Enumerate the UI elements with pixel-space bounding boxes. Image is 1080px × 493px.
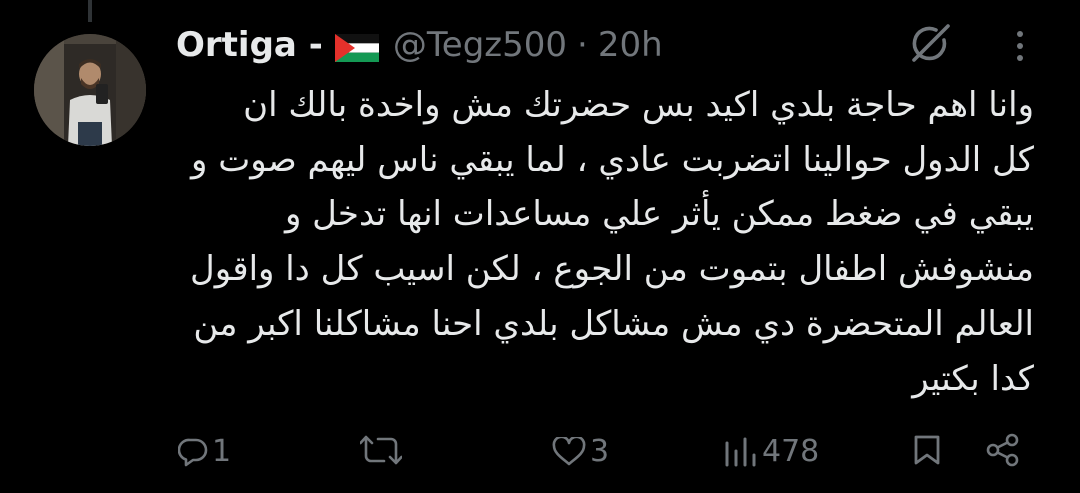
avatar-photo bbox=[34, 34, 146, 146]
tweet-text-line: يبقي في ضغط ممكن يأثر علي مساعدات انها ت… bbox=[284, 194, 1034, 235]
more-vertical-icon[interactable] bbox=[1010, 26, 1030, 66]
author-name[interactable]: Ortiga - bbox=[176, 25, 323, 65]
reply-icon bbox=[178, 438, 208, 466]
separator-dot: · bbox=[577, 25, 588, 65]
tweet-text-line: كدا بكتير bbox=[912, 358, 1034, 399]
grok-icon[interactable] bbox=[904, 18, 956, 70]
tweet-text-line: منشوفش اطفال بتموت من الجوع ، لكن اسيب ك… bbox=[190, 249, 1034, 290]
action-bar: 1 3 478 bbox=[0, 424, 1080, 484]
bookmark-icon bbox=[914, 435, 940, 465]
tweet-header: Ortiga - @Tegz500 · 20h bbox=[176, 22, 663, 68]
repost-button[interactable] bbox=[360, 434, 406, 466]
views-icon bbox=[725, 437, 756, 466]
thread-connector-line bbox=[88, 0, 92, 22]
repost-icon bbox=[360, 435, 402, 465]
reply-count: 1 bbox=[212, 434, 232, 469]
like-count: 3 bbox=[590, 434, 610, 469]
share-button[interactable] bbox=[986, 433, 1020, 467]
timestamp[interactable]: 20h bbox=[598, 25, 663, 65]
heart-icon bbox=[552, 436, 586, 465]
tweet-text-line: كل الدول حوالينا اتضربت عادي ، لما يبقي … bbox=[191, 139, 1034, 180]
views-count: 478 bbox=[762, 434, 820, 469]
share-icon bbox=[986, 433, 1019, 467]
bookmark-button[interactable] bbox=[913, 434, 941, 466]
author-handle[interactable]: @Tegz500 bbox=[393, 25, 567, 65]
avatar[interactable] bbox=[34, 34, 146, 146]
tweet-text-line: العالم المتحضرة دي مش مشاكل بلدي احنا مش… bbox=[193, 303, 1034, 344]
tweet-text-line: وانا اهم حاجة بلدي اكيد بس حضرتك مش واخد… bbox=[243, 85, 1034, 125]
like-button[interactable]: 3 bbox=[552, 434, 609, 469]
palestine-flag-icon bbox=[334, 31, 379, 62]
reply-button[interactable]: 1 bbox=[178, 434, 231, 469]
views-button[interactable]: 478 bbox=[724, 434, 819, 469]
tweet-text: وانا اهم حاجة بلدي اكيد بس حضرتك مش واخد… bbox=[150, 78, 1034, 406]
